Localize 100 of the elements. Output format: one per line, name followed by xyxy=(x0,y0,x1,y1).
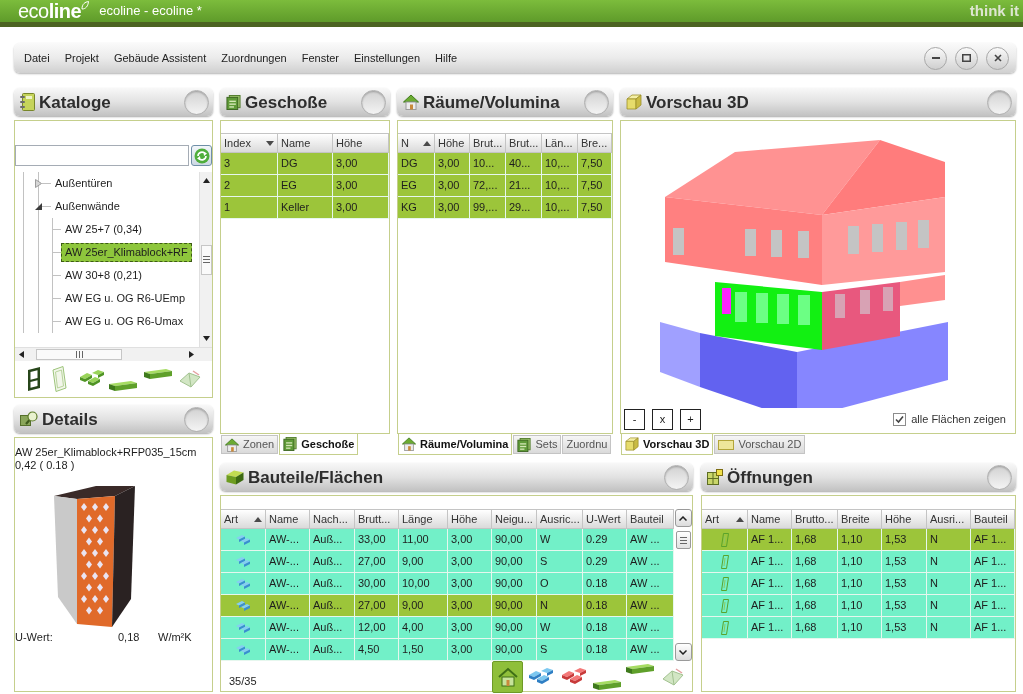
column-header[interactable]: N xyxy=(398,133,435,153)
triangle-icon[interactable] xyxy=(35,203,42,210)
column-header[interactable]: Index xyxy=(221,133,278,153)
column-header[interactable]: Nach... xyxy=(310,509,355,529)
table-row[interactable]: AW-... Auß... 33,00 11,00 3,00 90,00 W 0.29 AW ... xyxy=(221,529,674,551)
table-row[interactable]: 2 EG 3,00 xyxy=(221,175,389,197)
table-row[interactable]: AF 1... 1,68 1,10 1,53 N AF 1... xyxy=(702,573,1015,595)
minimize-button[interactable] xyxy=(924,46,947,70)
tab[interactable]: Zuordnu xyxy=(562,435,612,454)
tree-item[interactable]: AW EG u. OG R6-Umax xyxy=(61,312,188,331)
search-field[interactable] xyxy=(15,145,189,166)
tab[interactable]: Vorschau 3D xyxy=(621,434,714,455)
column-header[interactable]: Neigu... xyxy=(492,509,537,529)
scroll-down-button[interactable] xyxy=(674,643,692,661)
tab[interactable]: Vorschau 2D xyxy=(714,435,806,454)
window-frame-icon[interactable] xyxy=(27,367,41,391)
table-row[interactable]: AW-... Auß... 27,00 9,00 3,00 90,00 N 0.18 AW ... xyxy=(221,595,674,617)
tab[interactable]: Zonen xyxy=(221,435,279,454)
menu-item[interactable]: Hilfe xyxy=(435,49,458,67)
table-row[interactable]: AF 1... 1,68 1,10 1,53 N AF 1... xyxy=(702,595,1015,617)
view-control-button[interactable]: + xyxy=(680,408,701,430)
tree-item[interactable]: AW 30+8 (0,21) xyxy=(61,266,146,285)
tree-item[interactable]: AW 25er_Klimablock+RF xyxy=(61,243,192,262)
tab[interactable]: Räume/Volumina xyxy=(398,434,513,455)
panel-toggle-button[interactable] xyxy=(184,89,209,115)
show-all-checkbox[interactable]: alle Flächen zeigen xyxy=(893,410,1006,428)
vertical-scrollbar[interactable] xyxy=(674,509,692,661)
table-row[interactable]: KG 3,00 99,... 29... 10,... 7,50 xyxy=(398,197,612,219)
panel-toggle-button[interactable] xyxy=(584,89,609,115)
tree-item[interactable]: AW EG u. OG R6-UEmp xyxy=(61,289,189,308)
component-name: AW 25er_Klimablock+RFP035_15cm xyxy=(15,446,198,459)
panel-toggle-button[interactable] xyxy=(184,406,209,432)
table-row[interactable]: 3 DG 3,00 xyxy=(221,153,389,175)
table-row[interactable]: AW-... Auß... 12,00 4,00 3,00 90,00 W 0.18 AW ... xyxy=(221,617,674,639)
column-header[interactable]: Brutto... xyxy=(792,509,838,529)
slab-icon[interactable] xyxy=(109,381,137,391)
panel-title: Geschoße xyxy=(245,93,328,111)
bricks-icon[interactable] xyxy=(80,370,104,388)
column-header[interactable]: Breite xyxy=(838,509,882,529)
caret-right-icon[interactable] xyxy=(35,179,42,188)
menu-item[interactable]: Datei xyxy=(24,49,50,67)
panel-toggle-button[interactable] xyxy=(987,89,1012,115)
toolbar-button[interactable] xyxy=(492,661,523,693)
brand-slogan: think it xyxy=(969,0,1019,21)
scroll-up-button[interactable] xyxy=(674,509,692,527)
column-header[interactable]: Brut... xyxy=(470,133,506,153)
scrollbar-thumb[interactable] xyxy=(675,531,691,549)
column-header[interactable]: Bauteil xyxy=(627,509,674,529)
menu-item[interactable]: Einstellungen xyxy=(354,49,421,67)
menu-item[interactable]: Zuordnungen xyxy=(221,49,287,67)
column-header[interactable]: Höhe xyxy=(882,509,927,529)
slab-icon[interactable] xyxy=(144,369,172,379)
column-header[interactable]: Bre... xyxy=(578,133,612,153)
scrollbar-thumb[interactable] xyxy=(200,244,212,275)
column-header[interactable]: Ausri... xyxy=(927,509,971,529)
column-header[interactable]: Name xyxy=(748,509,792,529)
column-header[interactable]: Brutt... xyxy=(355,509,399,529)
horizontal-scrollbar[interactable] xyxy=(15,347,212,361)
column-header[interactable]: Höhe xyxy=(435,133,470,153)
column-header[interactable]: Name xyxy=(266,509,310,529)
column-header[interactable]: Ausric... xyxy=(537,509,583,529)
table-row[interactable]: AW-... Auß... 27,00 9,00 3,00 90,00 S 0.29 AW ... xyxy=(221,551,674,573)
view-control-button[interactable]: x xyxy=(652,408,673,430)
panel-toggle-button[interactable] xyxy=(664,464,689,490)
table-row[interactable]: AW-... Auß... 4,50 1,50 3,00 90,00 S 0.18 AW ... xyxy=(221,639,674,661)
panel-toggle-button[interactable] xyxy=(361,89,386,115)
menu-item[interactable]: Projekt xyxy=(64,49,99,67)
vertical-scrollbar[interactable] xyxy=(199,172,212,347)
table-row[interactable]: 1 Keller 3,00 xyxy=(221,197,389,219)
table-row[interactable]: EG 3,00 72,... 21... 10,... 7,50 xyxy=(398,175,612,197)
close-button[interactable] xyxy=(986,46,1009,70)
column-header[interactable]: Bauteil xyxy=(971,509,1015,529)
column-header[interactable]: Höhe xyxy=(333,133,389,153)
column-header[interactable]: Brut... xyxy=(506,133,542,153)
tab[interactable]: Sets xyxy=(513,435,562,454)
maximize-button[interactable] xyxy=(955,46,978,70)
notebook-icon xyxy=(20,93,35,111)
column-header[interactable]: Art xyxy=(221,509,266,529)
tab[interactable]: Geschoße xyxy=(279,434,359,455)
tree-item[interactable]: Außenwände xyxy=(51,197,124,216)
tree-item[interactable]: Außentüren xyxy=(51,174,117,193)
table-row[interactable]: AF 1... 1,68 1,10 1,53 N AF 1... xyxy=(702,551,1015,573)
column-header[interactable]: Art xyxy=(702,509,748,529)
table-row[interactable]: AF 1... 1,68 1,10 1,53 N AF 1... xyxy=(702,529,1015,551)
menu-item[interactable]: Fenster xyxy=(301,49,340,67)
tree-item[interactable]: AW 25+7 (0,34) xyxy=(61,220,146,239)
table-row[interactable]: AW-... Auß... 30,00 10,00 3,00 90,00 O 0.18 AW ... xyxy=(221,573,674,595)
view-control-button[interactable]: - xyxy=(624,408,645,430)
scrollbar-thumb[interactable] xyxy=(36,349,122,360)
table-row[interactable]: DG 3,00 10... 40... 10,... 7,50 xyxy=(398,153,612,175)
slab-icon xyxy=(592,680,621,690)
column-header[interactable]: Höhe xyxy=(448,509,492,529)
column-header[interactable]: Länge xyxy=(399,509,448,529)
column-header[interactable]: U-Wert xyxy=(583,509,627,529)
panel-toggle-button[interactable] xyxy=(987,464,1012,490)
column-header[interactable]: Name xyxy=(278,133,333,153)
column-header[interactable]: Län... xyxy=(542,133,578,153)
menu-item[interactable]: Gebäude Assistent xyxy=(113,49,207,67)
table-row[interactable]: AF 1... 1,68 1,10 1,53 N AF 1... xyxy=(702,617,1015,639)
refresh-button[interactable] xyxy=(191,145,212,166)
